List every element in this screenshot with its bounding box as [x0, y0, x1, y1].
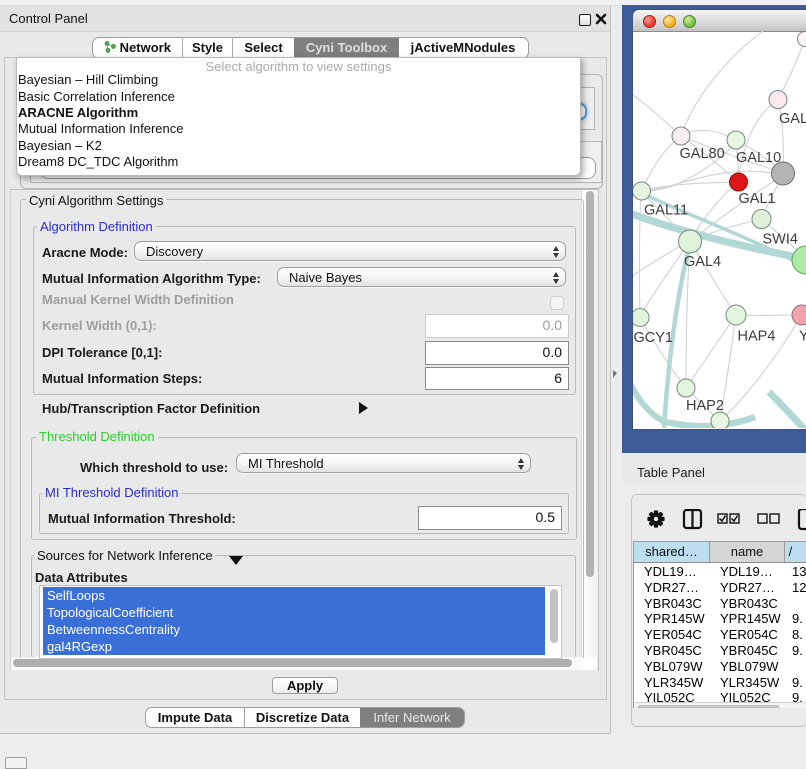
svg-text:HAP2: HAP2: [686, 398, 724, 414]
svg-text:GAL11: GAL11: [644, 203, 688, 219]
svg-text:HAP4: HAP4: [738, 329, 776, 345]
svg-text:GCY1: GCY1: [634, 330, 674, 346]
svg-text:GAL80: GAL80: [680, 146, 725, 162]
svg-text:GAL4: GAL4: [684, 254, 721, 270]
svg-text:GAL7: GAL7: [779, 111, 806, 127]
svg-text:YM: YM: [799, 329, 806, 345]
svg-text:GAL10: GAL10: [736, 150, 781, 166]
svg-text:GAL1: GAL1: [739, 191, 776, 207]
svg-text:SWI4: SWI4: [763, 232, 798, 248]
